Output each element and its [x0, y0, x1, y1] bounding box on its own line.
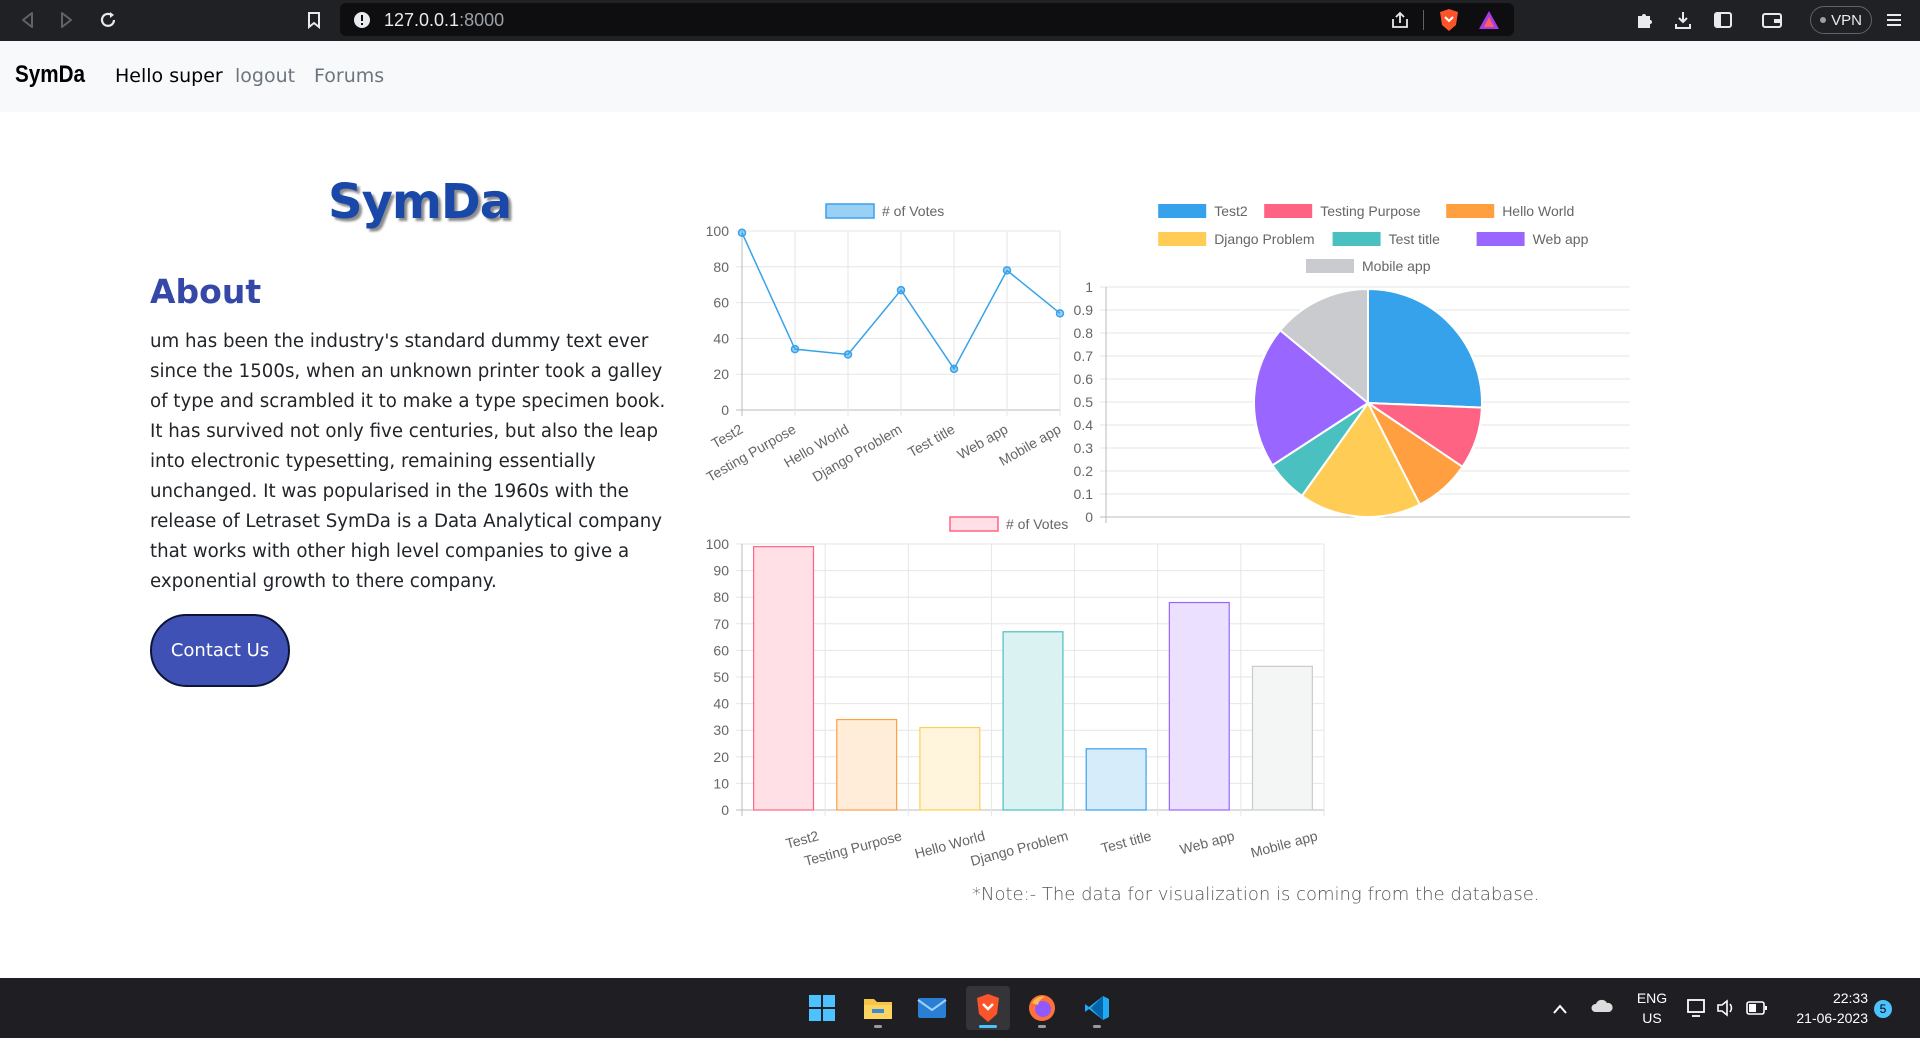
- bar-y-tick-label: 10: [713, 775, 729, 791]
- volume-icon[interactable]: [1716, 998, 1736, 1022]
- bar-y-tick-label: 40: [713, 696, 729, 712]
- language-indicator[interactable]: ENG US: [1632, 988, 1672, 1028]
- data-source-note: *Note:- The data for visualization is co…: [972, 884, 1540, 905]
- bar-y-tick-label: 60: [713, 642, 729, 658]
- bar-test-title: [1085, 748, 1147, 811]
- brave-taskbar-icon[interactable]: [966, 986, 1010, 1030]
- bar-y-tick-label: 80: [713, 589, 729, 605]
- bar-legend-swatch: [949, 516, 999, 532]
- bar-y-tick-label: 20: [713, 749, 729, 765]
- bar-x-tick-label-test2: Test2: [784, 827, 821, 851]
- tray-chevron-icon[interactable]: [1552, 1000, 1568, 1019]
- taskbar: ENG US 22:33 21-06-2023: [0, 978, 1920, 1038]
- bar-y-tick-label: 70: [713, 616, 729, 632]
- bar-x-tick-label-test-title: Test title: [1099, 827, 1153, 856]
- file-explorer-icon[interactable]: [856, 986, 900, 1030]
- clock[interactable]: 22:33 21-06-2023: [1782, 988, 1868, 1028]
- mail-icon[interactable]: [910, 986, 954, 1030]
- network-icon[interactable]: [1686, 998, 1708, 1022]
- start-icon[interactable]: [800, 986, 844, 1030]
- bar-x-tick-label-mobile-app: Mobile app: [1249, 827, 1320, 860]
- bar-django-problem: [1002, 631, 1064, 811]
- bar-y-tick-label: 30: [713, 722, 729, 738]
- bar-x-tick-label-web-app: Web app: [1178, 827, 1236, 857]
- firefox-icon[interactable]: [1020, 986, 1064, 1030]
- bar-testing-purpose: [836, 718, 898, 811]
- vscode-icon[interactable]: [1075, 986, 1119, 1030]
- notification-badge[interactable]: 5: [1874, 1000, 1892, 1018]
- onedrive-icon[interactable]: [1590, 998, 1614, 1018]
- bar-web-app: [1168, 601, 1230, 811]
- bar-y-tick-label: 100: [706, 536, 730, 552]
- bar-y-tick-label: 50: [713, 669, 729, 685]
- bar-hello-world: [919, 726, 981, 811]
- bar-y-tick-label: 90: [713, 563, 729, 579]
- bar-test2: [753, 546, 815, 811]
- bar-y-tick-label: 0: [721, 802, 729, 818]
- votes-bar-chart: 0102030405060708090100Test2Testing Purpo…: [706, 516, 1325, 869]
- battery-icon[interactable]: [1746, 1000, 1768, 1020]
- bar-legend-label: # of Votes: [1006, 516, 1068, 532]
- bar-mobile-app: [1251, 665, 1313, 811]
